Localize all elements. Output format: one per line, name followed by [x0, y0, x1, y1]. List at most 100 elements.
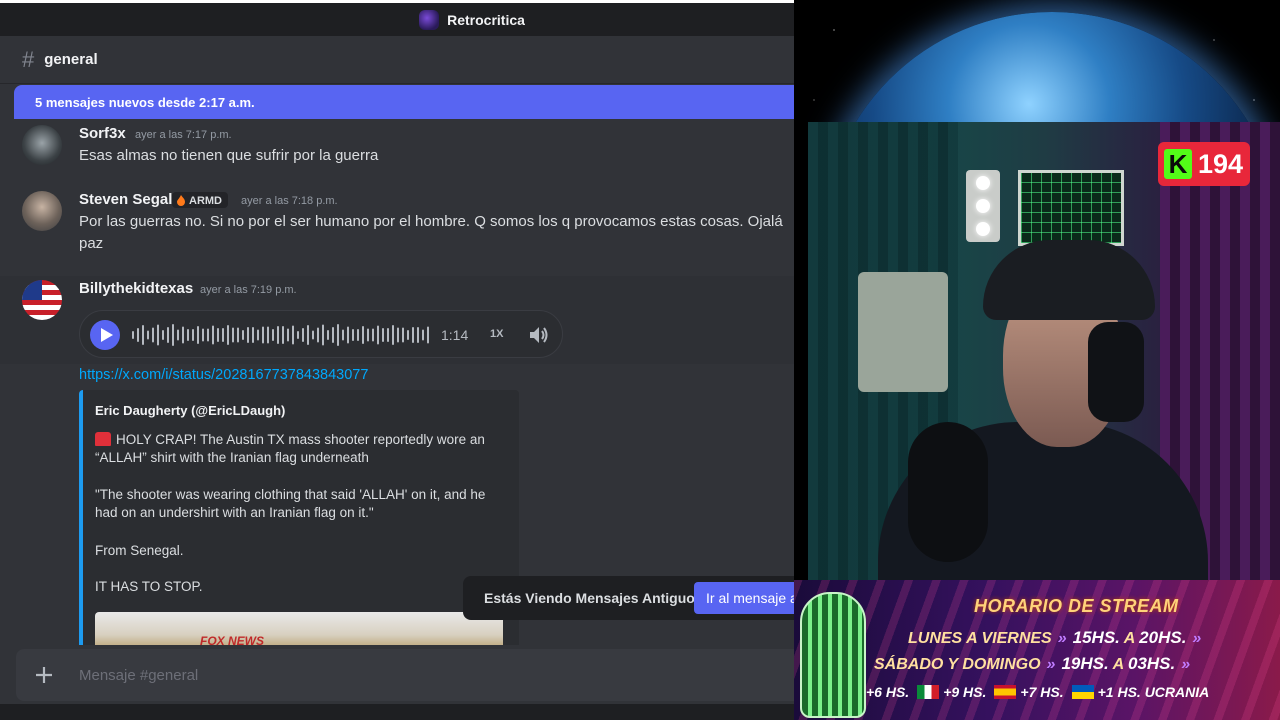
- schedule-row: LUNES A VIERNES » 15HS. A 20HS. »: [908, 628, 1207, 648]
- hash-icon: #: [22, 46, 35, 72]
- speaker-icon[interactable]: [528, 325, 550, 350]
- waveform-bar: [332, 327, 334, 343]
- new-messages-banner[interactable]: 5 mensajes nuevos desde 2:17 a.m.: [14, 85, 794, 119]
- waveform-bar: [297, 331, 299, 339]
- arcade-cabinet: [858, 272, 948, 392]
- headset: [1088, 322, 1144, 422]
- siren-emoji-icon: [95, 432, 111, 446]
- embed-author[interactable]: Eric Daugherty (@EricLDaugh): [95, 403, 285, 418]
- plus-icon[interactable]: [32, 663, 56, 687]
- microphone: [908, 422, 988, 562]
- waveform-bar: [257, 329, 259, 341]
- waveform-bar: [252, 327, 254, 343]
- waveform-bar: [207, 328, 209, 342]
- waveform-bar: [247, 327, 249, 343]
- old-messages-bar: Estás Viendo Mensajes Antiguos Ir al men…: [463, 576, 794, 620]
- waveform-bar: [237, 327, 239, 343]
- timezone-offset: +7 HS.: [1020, 684, 1064, 700]
- avatar[interactable]: [22, 125, 62, 165]
- clan-badge[interactable]: ARMD: [172, 192, 228, 208]
- voice-duration: 1:14: [441, 327, 469, 343]
- stream-schedule: HORARIO DE STREAM LUNES A VIERNES » 15HS. …: [794, 580, 1280, 720]
- discord-window: Retrocritica # general 5 mensajes nuevos…: [0, 0, 794, 720]
- waveform-bar: [342, 329, 344, 341]
- voice-message-player: 1:14 1X: [79, 310, 563, 358]
- waveform-bar: [232, 327, 234, 343]
- waveform-bar: [417, 327, 419, 343]
- embed-paragraph: IT HAS TO STOP.: [95, 579, 203, 594]
- message-input[interactable]: [79, 663, 679, 687]
- waveform-bar: [142, 325, 144, 345]
- waveform-bar: [397, 327, 399, 343]
- waveform-bar: [422, 329, 424, 341]
- schedule-from: 19HS.: [1061, 654, 1109, 673]
- jump-to-present-button[interactable]: Ir al mensaje a: [694, 582, 794, 614]
- waveform-bar: [372, 328, 374, 342]
- ukraine-flag-icon: [1071, 685, 1094, 699]
- schedule-from: 15HS.: [1072, 628, 1120, 647]
- waveform-bar: [282, 326, 284, 344]
- message-timestamp: ayer a las 7:17 p.m.: [135, 129, 232, 141]
- embed-line: HOLY CRAP! The Austin TX mass shooter re…: [116, 432, 485, 447]
- waveform-bar: [242, 330, 244, 340]
- waveform-bar: [367, 328, 369, 342]
- waveform-bar: [362, 326, 364, 344]
- embed-line: “ALLAH” shirt with the Iranian flag unde…: [95, 450, 369, 465]
- timezone-strip: +6 HS. +9 HS. +7 HS. +1 HS. UCRANIA: [866, 684, 1209, 700]
- message-text: Por las guerras no. Si no por el ser hum…: [79, 213, 783, 230]
- waveform-bar: [337, 324, 339, 346]
- timezone-offset: +1 HS. UCRANIA: [1097, 684, 1210, 700]
- viewer-count-badge: K 194: [1158, 142, 1250, 186]
- message-author[interactable]: Billythekidtexas: [79, 280, 193, 297]
- waveform-bar: [292, 325, 294, 345]
- message-link[interactable]: https://x.com/i/status/20281677378438430…: [79, 367, 368, 383]
- waveform-bar: [347, 326, 349, 344]
- waveform-bar: [322, 324, 324, 346]
- waveform-bar: [307, 325, 309, 345]
- message-author[interactable]: Steven Segal: [79, 191, 172, 208]
- avatar[interactable]: [22, 280, 62, 320]
- avatar[interactable]: [22, 191, 62, 231]
- waveform-bar: [387, 328, 389, 342]
- waveform-bar: [377, 325, 379, 345]
- waveform-bar: [172, 324, 174, 346]
- waveform-bar: [402, 327, 404, 343]
- waveform-bar: [267, 326, 269, 344]
- waveform-bar: [407, 330, 409, 340]
- waveform-bar: [167, 327, 169, 343]
- waveform-bar: [287, 328, 289, 342]
- double-arrow-icon: »: [1046, 656, 1056, 673]
- waveform-bar: [327, 330, 329, 340]
- message-text: Esas almas no tienen que sufrir por la g…: [79, 147, 379, 164]
- waveform-bar: [312, 330, 314, 340]
- voice-waveform[interactable]: [132, 323, 430, 347]
- message-author[interactable]: Sorf3x: [79, 125, 126, 142]
- waveform-bar: [317, 327, 319, 343]
- double-arrow-icon: »: [1057, 630, 1067, 647]
- embed-paragraph: "The shooter was wearing clothing that s…: [95, 486, 505, 522]
- channel-header: # general: [0, 36, 794, 84]
- waveform-bar: [277, 326, 279, 344]
- waveform-bar: [222, 328, 224, 342]
- timezone-offset: +6 HS.: [866, 684, 910, 700]
- waveform-bar: [177, 329, 179, 341]
- bottom-strip: [0, 704, 794, 720]
- light-panel: [966, 170, 1000, 242]
- double-arrow-icon: »: [1192, 630, 1202, 647]
- schedule-days: LUNES A VIERNES: [908, 630, 1052, 647]
- embed-paragraph: From Senegal.: [95, 543, 184, 558]
- schedule-to: 03HS.: [1127, 654, 1176, 673]
- title-bar: Retrocritica: [0, 0, 794, 36]
- streamer-cap: [983, 240, 1155, 320]
- double-arrow-icon: »: [1181, 656, 1191, 673]
- schedule-sep: A: [1123, 630, 1135, 647]
- schedule-row: SÁBADO Y DOMINGO » 19HS. A 03HS. »: [874, 654, 1196, 674]
- waveform-bar: [192, 329, 194, 341]
- waveform-bar: [187, 329, 189, 341]
- space-banner: [794, 0, 1280, 122]
- embed-line: "The shooter was wearing clothing that s…: [95, 487, 486, 502]
- embed-paragraph: HOLY CRAP! The Austin TX mass shooter re…: [95, 431, 505, 467]
- waveform-bar: [147, 330, 149, 340]
- playback-speed-button[interactable]: 1X: [490, 328, 503, 340]
- play-button[interactable]: [90, 320, 120, 350]
